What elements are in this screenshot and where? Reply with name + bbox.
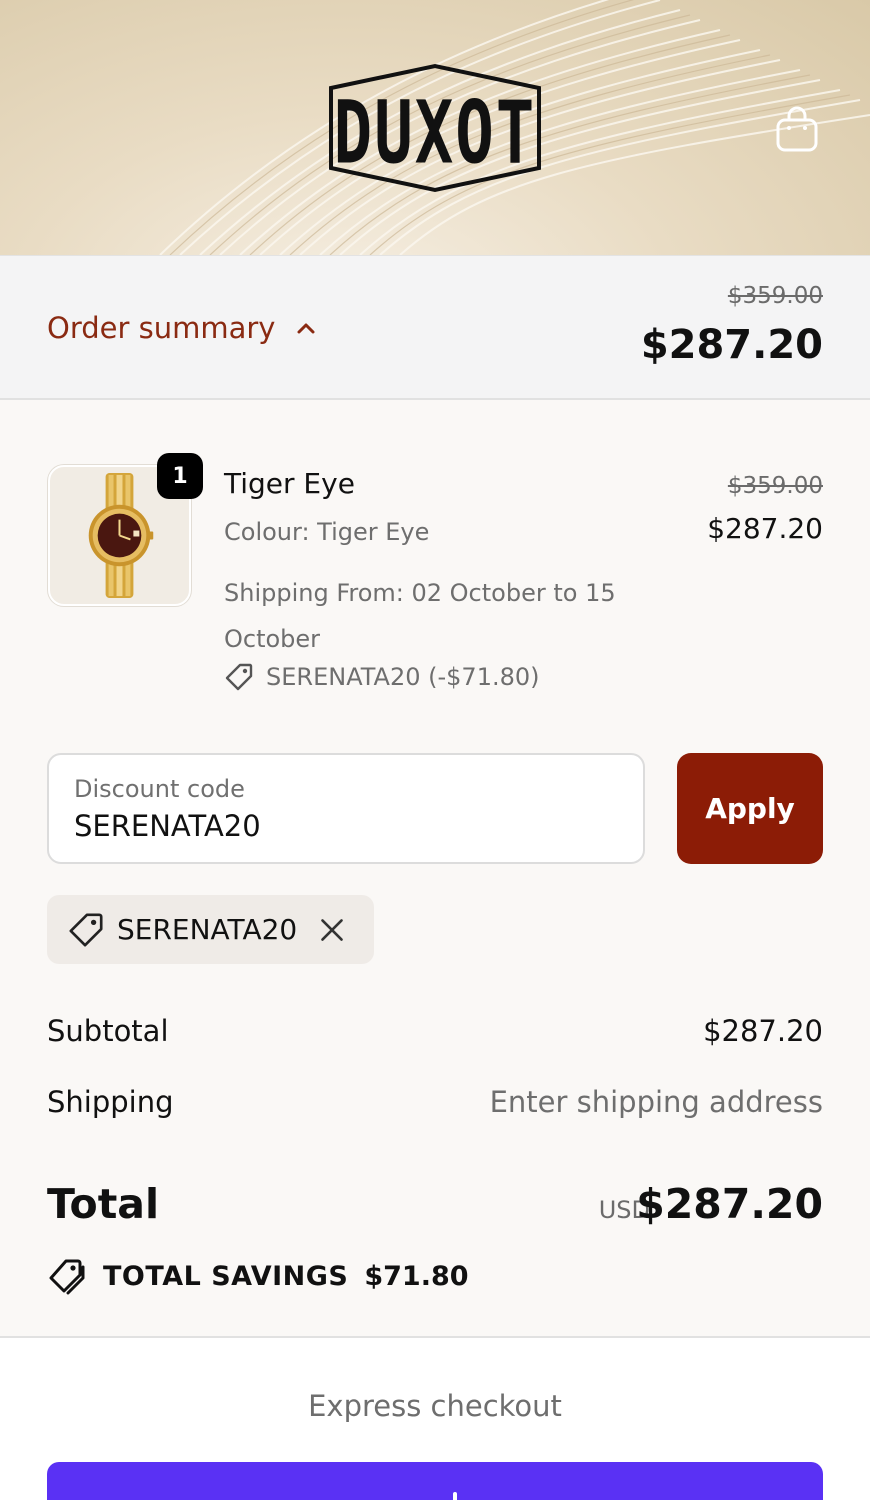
product-original-price: $359.00 [727, 473, 823, 499]
total-label: Total [47, 1180, 160, 1228]
subtotal-value: $287.20 [703, 1014, 823, 1048]
tag-icon [225, 663, 253, 691]
discount-code-label: Discount code [74, 775, 245, 803]
discount-code-input[interactable]: Discount code SERENATA20 [47, 753, 645, 864]
discount-code-value: SERENATA20 [74, 809, 261, 843]
product-discount: SERENATA20 (-$71.80) [224, 662, 540, 692]
applied-code-chip: SERENATA20 [47, 895, 374, 964]
shipping-value: Enter shipping address [489, 1085, 823, 1119]
cart-button[interactable] [774, 104, 820, 154]
product-colour: Colour: Tiger Eye [224, 518, 430, 546]
total-savings: TOTAL SAVINGS $71.80 [47, 1256, 469, 1296]
chevron-up-icon [297, 323, 315, 334]
header-banner: DUXOT [0, 0, 870, 255]
express-checkout-label: Express checkout [308, 1389, 562, 1423]
tag-icon [69, 912, 103, 947]
product-discount-text: SERENATA20 (-$71.80) [266, 663, 540, 691]
shopping-bag-icon [776, 106, 818, 152]
order-summary-toggle[interactable]: Order summary [47, 308, 317, 348]
close-icon [321, 918, 344, 941]
shipping-label: Shipping [47, 1085, 174, 1119]
product-shipping: Shipping From: 02 October to 15 October [224, 579, 616, 653]
summary-original-price: $359.00 [727, 283, 823, 309]
express-pay-button[interactable] [47, 1462, 823, 1500]
savings-tag-icon [49, 1259, 85, 1295]
summary-price: $287.20 [640, 322, 823, 368]
product-price: $287.20 [707, 512, 823, 545]
total-savings-value: $71.80 [364, 1260, 469, 1292]
product-name: Tiger Eye [224, 467, 355, 500]
order-summary-label: Order summary [47, 311, 276, 345]
remove-code-button[interactable] [317, 915, 347, 945]
subtotal-label: Subtotal [47, 1014, 169, 1048]
apply-button[interactable]: Apply [677, 753, 823, 864]
express-pay-logo [453, 1492, 457, 1500]
total-value: $287.20 [636, 1180, 823, 1228]
total-savings-label: TOTAL SAVINGS [103, 1260, 349, 1292]
duxot-logo[interactable] [325, 62, 545, 194]
applied-code-text: SERENATA20 [117, 913, 298, 946]
quantity-badge: 1 [157, 453, 203, 499]
